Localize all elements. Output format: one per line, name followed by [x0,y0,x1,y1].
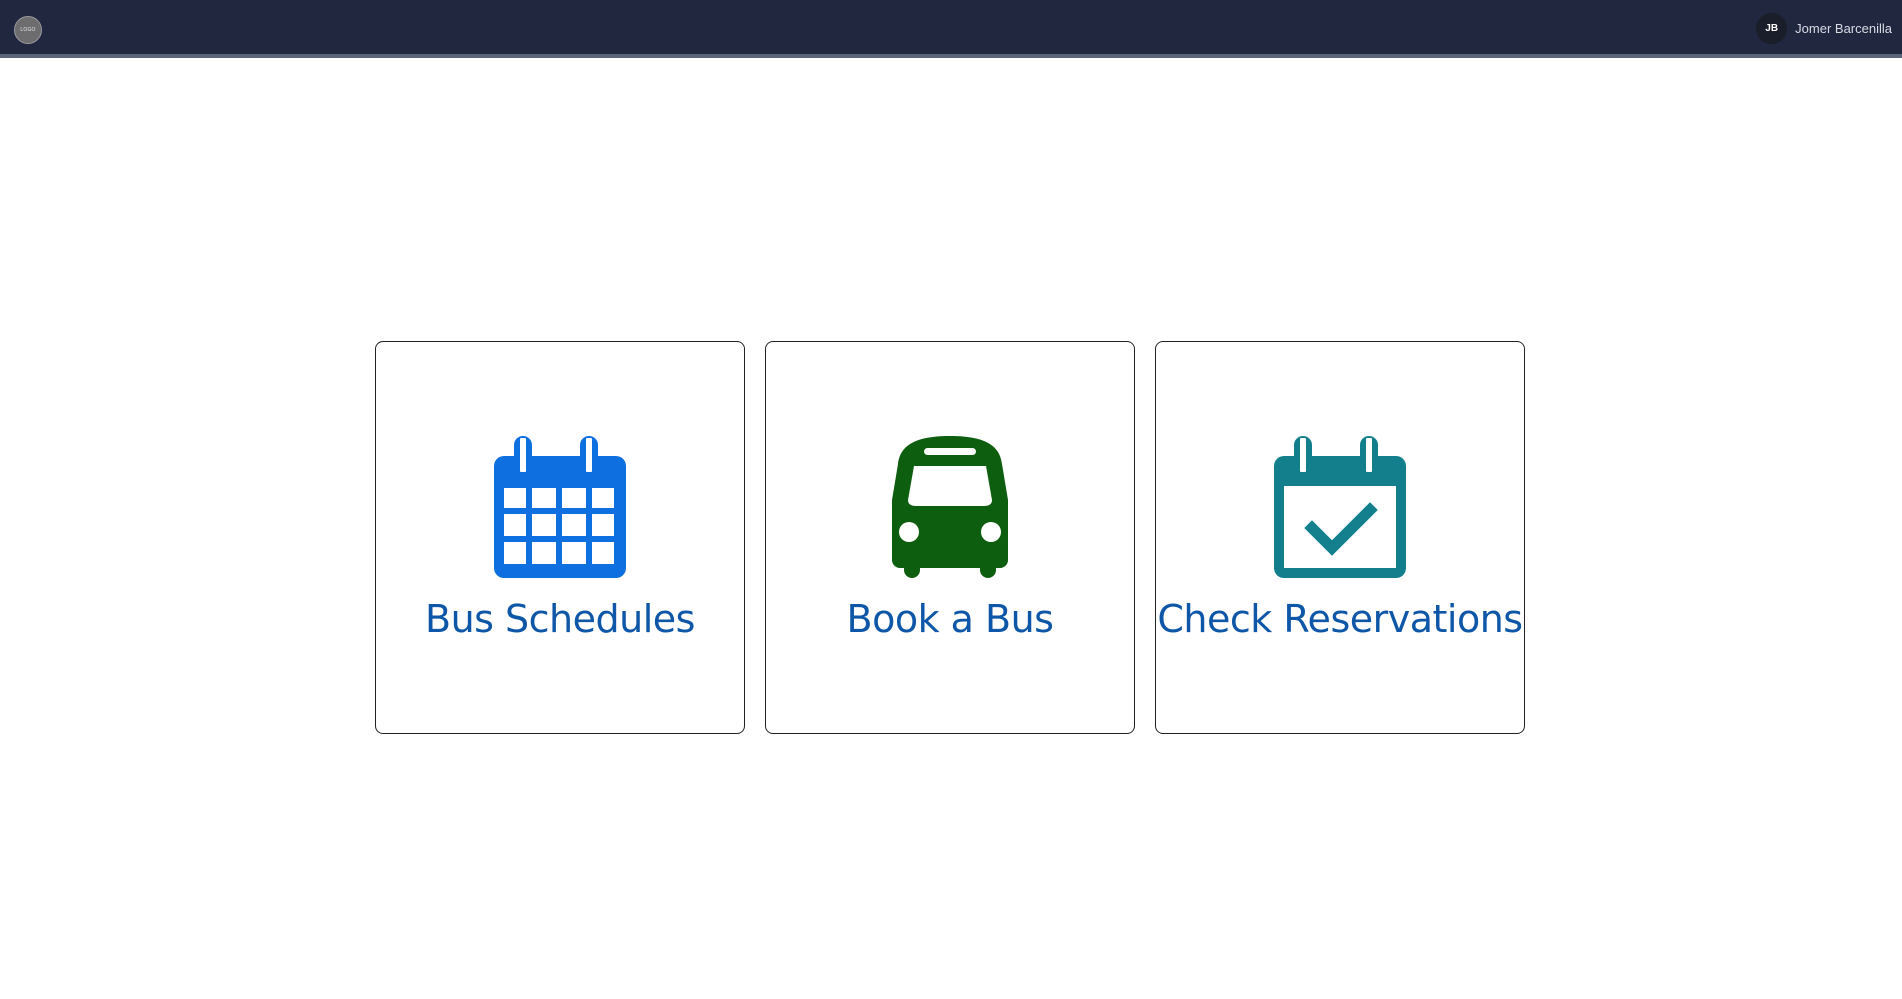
calendar-icon [494,436,626,578]
user-name[interactable]: Jomer Barcenilla [1795,21,1892,36]
check-reservations-card[interactable]: Check Reservations [1155,341,1525,734]
top-navbar: LOGO JB Jomer Barcenilla [0,0,1902,58]
bus-schedules-card[interactable]: Bus Schedules [375,341,745,734]
user-menu[interactable]: JB Jomer Barcenilla [1756,12,1892,44]
logo[interactable]: LOGO [14,16,42,44]
check-reservations-label: Check Reservations [1157,597,1523,641]
book-a-bus-card[interactable]: Book a Bus [765,341,1135,734]
bus-icon [892,436,1008,578]
bus-schedules-label: Bus Schedules [425,597,695,641]
action-cards: Bus Schedules Book a Bus Check Reservati… [375,341,1525,734]
avatar[interactable]: JB [1756,12,1788,44]
book-a-bus-label: Book a Bus [846,597,1054,641]
calendar-check-icon [1274,436,1406,578]
